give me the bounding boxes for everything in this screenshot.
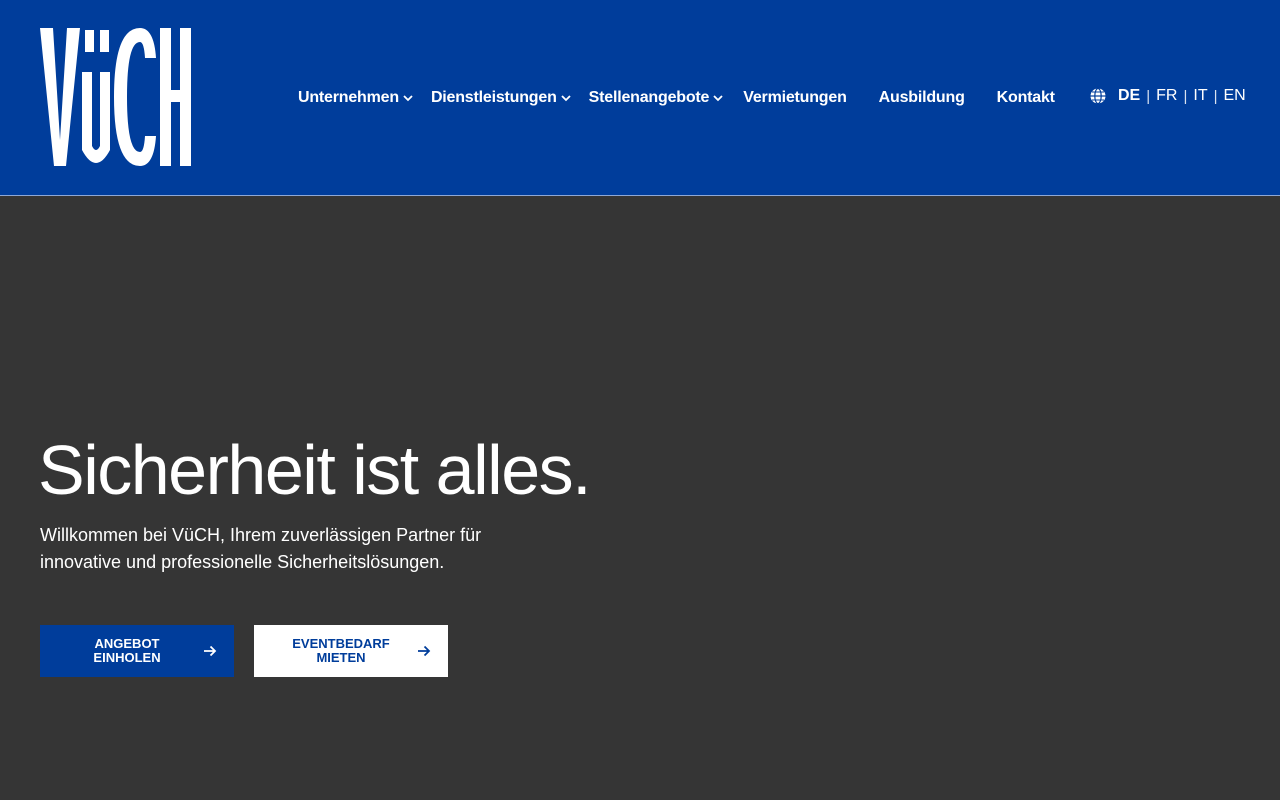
chevron-down-icon <box>561 95 571 102</box>
nav-item-dienstleistungen[interactable]: Dienstleistungen <box>431 89 573 107</box>
nav-item-label: Ausbildung <box>878 89 965 106</box>
arrow-right-icon <box>418 645 431 657</box>
rent-event-equipment-button[interactable]: EVENTBEDARF MIETEN <box>254 625 448 677</box>
nav-item-kontakt[interactable]: Kontakt <box>997 89 1055 107</box>
chevron-down-icon <box>713 95 723 102</box>
nav-item-stellenangebote[interactable]: Stellenangebote <box>589 89 726 107</box>
nav-item-ausbildung[interactable]: Ausbildung <box>879 89 965 107</box>
nav-item-unternehmen[interactable]: Unternehmen <box>298 89 415 107</box>
hero-subtitle: Willkommen bei VüCH, Ihrem zuverlässigen… <box>40 525 482 572</box>
chevron-down-icon <box>403 95 413 102</box>
vuch-logo-mark <box>40 28 191 166</box>
language-en[interactable]: EN <box>1224 87 1246 105</box>
globe-icon <box>1090 87 1106 105</box>
language-divider: | <box>1183 87 1188 105</box>
button-label: ANGEBOT EINHOLEN <box>93 636 161 665</box>
nav-item-label: Stellenangebote <box>588 89 710 106</box>
nav-item-label: Kontakt <box>996 89 1055 106</box>
vuch-logo[interactable] <box>40 24 192 170</box>
language-de[interactable]: DE <box>1118 87 1140 105</box>
arrow-right-icon <box>204 645 217 657</box>
nav-item-label: Unternehmen <box>298 89 399 106</box>
nav-item-label: Vermietungen <box>743 89 847 106</box>
nav-item-vermietungen[interactable]: Vermietungen <box>743 89 847 107</box>
language-switcher: DE | FR | IT | EN <box>1089 87 1246 105</box>
language-divider: | <box>1213 87 1218 105</box>
main-nav: Unternehmen Dienstleistungen Stellenange… <box>298 86 1055 110</box>
nav-item-label: Dienstleistungen <box>430 89 557 106</box>
language-divider: | <box>1146 87 1151 105</box>
hero-title: Sicherheit ist alles. <box>38 431 592 509</box>
language-it[interactable]: IT <box>1193 87 1207 105</box>
language-fr[interactable]: FR <box>1156 87 1177 105</box>
site-header: Unternehmen Dienstleistungen Stellenange… <box>0 0 1280 196</box>
request-quote-button[interactable]: ANGEBOT EINHOLEN <box>40 625 234 677</box>
button-label: EVENTBEDARF MIETEN <box>292 636 390 665</box>
